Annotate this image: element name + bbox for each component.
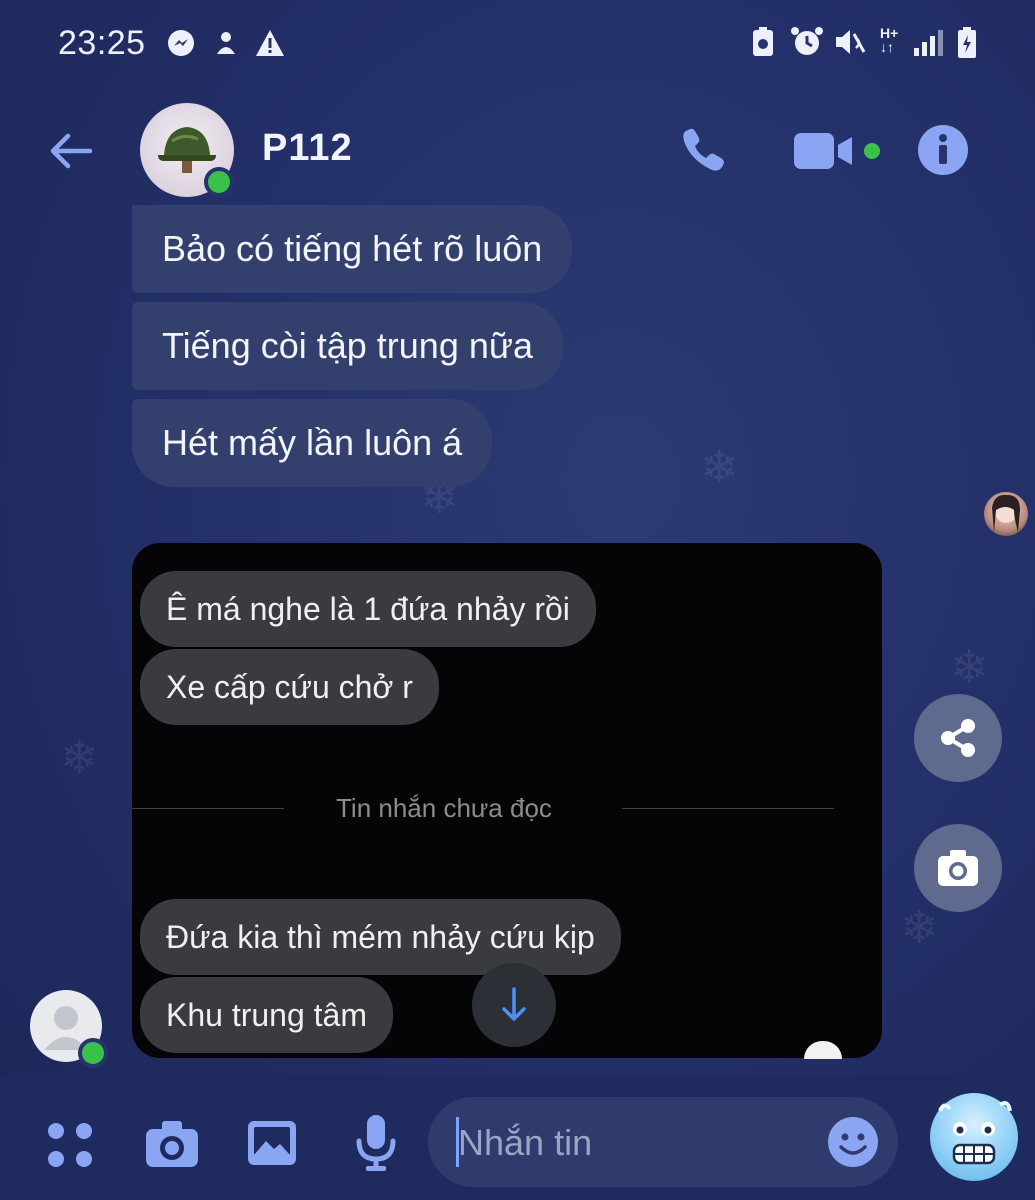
video-call-button[interactable]: [792, 129, 880, 178]
sender-avatar[interactable]: [30, 990, 108, 1068]
microphone-icon: [356, 1115, 396, 1171]
warning-icon: [254, 28, 286, 64]
more-actions-button[interactable]: [44, 1119, 96, 1176]
emoji-button[interactable]: [826, 1115, 880, 1174]
unread-divider-label: Tin nhắn chưa đọc: [336, 793, 552, 823]
signal-icon: [912, 26, 946, 66]
network-icon: H+ ↓↑: [880, 26, 898, 54]
unread-divider-line: [132, 808, 284, 809]
status-bar: 23:25 H+ ↓↑: [0, 0, 1035, 90]
message-input-container[interactable]: [428, 1097, 898, 1187]
person-photo-icon: [992, 494, 1020, 532]
camera-icon: [146, 1121, 198, 1167]
voice-message-button[interactable]: [354, 1113, 398, 1178]
grid-dots-icon: [48, 1123, 92, 1167]
contact-name[interactable]: P112: [262, 127, 353, 170]
share-icon: [941, 719, 975, 757]
heart-reaction-fragment-icon: [804, 1041, 842, 1059]
message-bubble[interactable]: Bảo có tiếng hét rõ luôn: [132, 205, 573, 293]
screenshot-message-bubble: Khu trung tâm: [140, 977, 393, 1053]
seen-avatar: [984, 492, 1028, 536]
info-button[interactable]: [916, 123, 970, 182]
share-button[interactable]: [914, 694, 1002, 782]
message-composer: [0, 1075, 1035, 1200]
contact-avatar[interactable]: [140, 103, 234, 197]
online-status-dot: [78, 1038, 108, 1068]
battery-saver-icon: [750, 26, 776, 66]
network-label: H+: [880, 25, 899, 41]
camera-button[interactable]: [142, 1117, 202, 1174]
voice-call-button[interactable]: [676, 123, 730, 182]
data-arrows: ↓↑: [880, 39, 894, 55]
screenshot-message-bubble: Xe cấp cứu chở r: [140, 649, 439, 725]
online-status-dot: [204, 167, 234, 197]
video-active-dot: [864, 143, 880, 159]
phone-icon: [683, 128, 724, 171]
alarm-icon: [790, 26, 824, 66]
image-icon: [248, 1121, 296, 1165]
unread-divider-line: [622, 808, 834, 809]
video-camera-icon: [794, 133, 852, 169]
chat-header: P112: [0, 95, 1035, 210]
scroll-down-button: [472, 963, 556, 1047]
snowflake-decoration: ❄: [950, 640, 989, 694]
arrow-down-icon: [502, 987, 526, 1021]
status-time: 23:25: [58, 24, 146, 62]
camera-icon: [938, 850, 978, 886]
info-icon: [918, 125, 968, 175]
snowflake-decoration: ❄: [60, 730, 99, 784]
snowflake-decoration: ❄: [700, 440, 739, 494]
battery-icon: [956, 26, 978, 68]
mute-icon: [832, 26, 868, 66]
message-input[interactable]: [456, 1115, 820, 1171]
notification-icon: [212, 28, 240, 64]
message-bubble[interactable]: Tiếng còi tập trung nữa: [132, 302, 563, 390]
shared-screenshot-image[interactable]: Ê má nghe là 1 đứa nhảy rồi Xe cấp cứu c…: [132, 543, 882, 1059]
message-bubble[interactable]: Hét mấy lần luôn á: [132, 399, 493, 487]
quick-reaction-button[interactable]: [930, 1093, 1018, 1181]
messenger-icon: [166, 28, 196, 64]
arrow-left-icon: [50, 133, 93, 169]
screenshot-message-bubble: Ê má nghe là 1 đứa nhảy rồi: [140, 571, 596, 647]
back-button[interactable]: [44, 125, 96, 177]
cold-face-emoji-icon: [938, 1101, 1012, 1165]
smiley-icon: [828, 1117, 878, 1167]
camera-capture-button[interactable]: [914, 824, 1002, 912]
gallery-button[interactable]: [246, 1119, 298, 1172]
